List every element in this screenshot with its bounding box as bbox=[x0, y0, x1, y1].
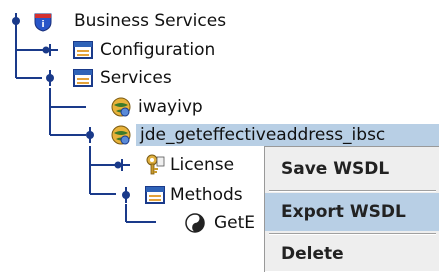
tree-node-label-selected: jde_geteffectiveaddress_ibsc bbox=[136, 124, 439, 146]
svg-text:i: i bbox=[41, 20, 44, 30]
tree-node-label: Methods bbox=[170, 185, 243, 205]
service-globe-icon bbox=[111, 97, 131, 117]
expand-handle-icon[interactable] bbox=[40, 68, 60, 88]
tree-node-services[interactable]: Services bbox=[0, 63, 300, 93]
expand-handle-icon[interactable] bbox=[116, 185, 136, 205]
export-wsdl-menu-item[interactable]: Export WSDL bbox=[265, 193, 439, 231]
key-icon bbox=[146, 154, 165, 175]
tree-node-license[interactable]: License bbox=[0, 150, 270, 180]
tree-node-label: Services bbox=[100, 68, 172, 88]
method-ball-icon bbox=[185, 213, 205, 233]
window-icon bbox=[73, 41, 93, 59]
menu-separator bbox=[269, 190, 436, 192]
tree-node-label: GetE bbox=[214, 213, 256, 233]
collapsed-handle-icon[interactable] bbox=[112, 155, 132, 175]
tree-node-label: License bbox=[170, 155, 235, 175]
window-icon bbox=[145, 186, 165, 204]
tree-node-iwayivp[interactable]: iwayivp bbox=[0, 92, 300, 122]
save-wsdl-menu-item[interactable]: Save WSDL bbox=[265, 150, 439, 188]
tree-node-configuration[interactable]: Configuration bbox=[0, 35, 300, 65]
tree-node-method-gete[interactable]: GetE bbox=[0, 208, 270, 238]
window-icon bbox=[73, 69, 93, 87]
context-menu: Save WSDL Export WSDL Delete bbox=[264, 146, 439, 272]
tree-node-label: iwayivp bbox=[138, 97, 203, 117]
tree-node-label: Configuration bbox=[100, 40, 216, 60]
delete-menu-item[interactable]: Delete bbox=[265, 235, 439, 273]
tree-node-label: Business Services bbox=[74, 11, 227, 31]
service-globe-icon bbox=[111, 125, 131, 145]
tree-node-business-services[interactable]: i Business Services bbox=[0, 6, 300, 36]
iway-shield-icon: i bbox=[34, 13, 52, 32]
expand-handle-icon[interactable] bbox=[6, 11, 26, 31]
collapsed-handle-icon[interactable] bbox=[40, 40, 60, 60]
expand-handle-icon[interactable] bbox=[80, 125, 100, 145]
tree-node-methods[interactable]: Methods bbox=[0, 180, 270, 210]
